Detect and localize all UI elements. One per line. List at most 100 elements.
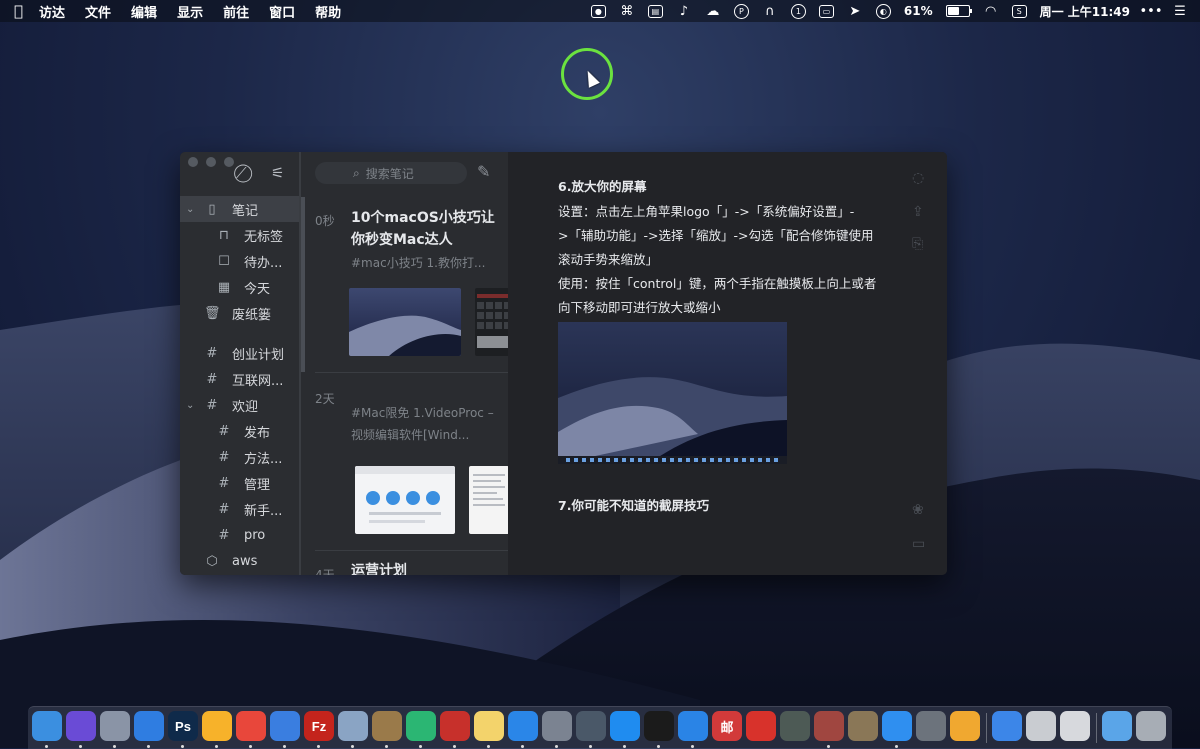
search-input[interactable]: ⌕ 搜索笔记 — [315, 162, 467, 184]
editor-line: 滚动手势来缩放」 — [558, 252, 659, 267]
info-icon[interactable]: ◌ — [912, 170, 924, 186]
calendar-icon: ▦ — [217, 279, 231, 295]
trash-can-icon[interactable] — [1136, 711, 1166, 741]
screen-record-icon[interactable]: ● — [590, 4, 606, 18]
bear-notes-window: ⟋⃝ ⚟ ⌄ ▯ 笔记 ⊓ 无标签 ☐ 待办... ▦ 今天 🗑 废纸篓 # 创… — [180, 152, 947, 575]
menu-finder[interactable]: 访达 — [39, 2, 65, 21]
mail-master-icon[interactable]: 邮 — [712, 711, 742, 741]
p-app-icon[interactable]: P — [733, 3, 749, 19]
airpods-icon[interactable]: ∩ — [762, 4, 778, 19]
notes-icon[interactable] — [474, 711, 504, 741]
weather-icon[interactable]: ◐ — [875, 3, 891, 19]
menu-view[interactable]: 显示 — [177, 2, 203, 21]
editor-line: 设置：点击左上角苹果logo「」->「系统偏好设置」- — [558, 204, 855, 219]
editor-heading: 6.放大你的屏幕 — [558, 179, 647, 194]
archive-icon[interactable] — [372, 711, 402, 741]
sidebar-tag-pro[interactable]: # pro — [180, 522, 301, 548]
file-manager-icon[interactable] — [576, 711, 606, 741]
sidebar-item-today[interactable]: ▦ 今天 — [180, 274, 301, 300]
folder-icon[interactable] — [1102, 711, 1132, 741]
minimize-button[interactable] — [206, 157, 216, 167]
battery-icon[interactable] — [945, 5, 972, 17]
sidebar-item-todo[interactable]: ☐ 待办... — [180, 248, 301, 274]
editor-line: >「辅助功能」->选择「缩放」->勾选「配合修饰键使用 — [558, 228, 874, 243]
sidebar-tag-methods[interactable]: # 方法... — [180, 444, 301, 470]
bell-icon[interactable]: ♪ — [676, 4, 692, 19]
sidebar-tag-internet[interactable]: # 互联网... — [180, 366, 301, 392]
sidebar-tag-aws[interactable]: ⬡ aws — [180, 548, 301, 574]
filezilla-icon[interactable]: Fz — [304, 711, 334, 741]
zoom-button[interactable] — [224, 157, 234, 167]
sidebar-item-notes[interactable]: ⌄ ▯ 笔记 — [180, 196, 301, 222]
close-button[interactable] — [188, 157, 198, 167]
editor-embedded-image[interactable] — [558, 322, 787, 464]
list-separator — [315, 550, 508, 551]
app-store-icon[interactable] — [610, 711, 640, 741]
note-time: 2天 — [315, 392, 335, 406]
launchpad-icon[interactable] — [100, 711, 130, 741]
hash-icon: # — [218, 501, 230, 517]
share-icon[interactable]: ⇪ — [912, 204, 924, 220]
send-icon[interactable]: ➤ — [847, 4, 863, 19]
display-icon[interactable]: ▭ — [818, 4, 834, 18]
cloud-icon[interactable]: ☁ — [705, 4, 721, 19]
netease-music-icon[interactable] — [746, 711, 776, 741]
note-thumbnail — [355, 466, 455, 534]
sidebar-tag-manage[interactable]: # 管理 — [180, 470, 301, 496]
menu-go[interactable]: 前往 — [223, 2, 249, 21]
orange-app-icon[interactable] — [950, 711, 980, 741]
sidebar-tag-welcome[interactable]: ⌄ # 欢迎 — [180, 392, 301, 418]
chevron-down-icon[interactable]: ⌄ — [186, 204, 194, 215]
window-controls — [188, 157, 234, 167]
chrome-canary-icon[interactable] — [270, 711, 300, 741]
s-app-icon[interactable]: S — [1011, 4, 1027, 18]
clock[interactable]: 周一 上午11:49 — [1040, 3, 1130, 20]
list-icon[interactable]: ☰ — [1172, 4, 1188, 19]
command-icon[interactable]: ⌘ — [619, 4, 635, 19]
qq-icon[interactable] — [644, 711, 674, 741]
wifi-icon[interactable]: ◠ — [983, 4, 999, 19]
sliders-icon[interactable]: ⚟ — [271, 164, 284, 182]
quicktime-icon[interactable] — [992, 711, 1022, 741]
note-editor[interactable]: 6.放大你的屏幕 设置：点击左上角苹果logo「」->「系统偏好设置」- >「辅… — [508, 152, 947, 575]
cloud-app-icon[interactable] — [678, 711, 708, 741]
menu-edit[interactable]: 编辑 — [131, 2, 157, 21]
infuse-icon[interactable] — [406, 711, 436, 741]
disk-utility-icon[interactable] — [1026, 711, 1056, 741]
chrome-icon[interactable] — [236, 711, 266, 741]
new-note-icon[interactable]: ✎ — [477, 162, 490, 181]
pdf-doc-icon[interactable] — [1060, 711, 1090, 741]
siri-icon[interactable] — [66, 711, 96, 741]
sidebar-item-untagged[interactable]: ⊓ 无标签 — [180, 222, 301, 248]
format-icon[interactable]: ▭ — [912, 536, 925, 552]
sidebar-tag-startup[interactable]: # 创业计划 — [180, 340, 301, 366]
sidebar-tag-newbie[interactable]: # 新手... — [180, 496, 301, 522]
menu-help[interactable]: 帮助 — [315, 2, 341, 21]
one-app-icon[interactable]: 1 — [790, 3, 806, 19]
chevron-down-icon[interactable]: ⌄ — [186, 400, 194, 411]
safari-icon[interactable] — [134, 711, 164, 741]
note-title: 10个macOS小技巧让你秒变Mac达人 — [351, 210, 495, 248]
sidebar-tag-publish[interactable]: # 发布 — [180, 418, 301, 444]
red-app-icon[interactable] — [440, 711, 470, 741]
menu-window[interactable]: 窗口 — [269, 2, 295, 21]
apple-menu-icon[interactable]:  — [14, 2, 23, 20]
sketch-icon[interactable] — [202, 711, 232, 741]
bear-icon[interactable] — [780, 711, 810, 741]
clipboard-icon[interactable]: ▤ — [647, 4, 663, 18]
export-icon[interactable]: ⎘ — [912, 236, 923, 252]
more-icon[interactable]: ••• — [1140, 4, 1163, 19]
menu-file[interactable]: 文件 — [85, 2, 111, 21]
photoshop-icon[interactable]: Ps — [168, 711, 198, 741]
installer-icon[interactable] — [848, 711, 878, 741]
messages-icon[interactable] — [882, 711, 912, 741]
finder-icon[interactable] — [32, 711, 62, 741]
baidu-netdisk-icon[interactable] — [508, 711, 538, 741]
system-prefs-icon[interactable] — [542, 711, 572, 741]
film-icon[interactable] — [916, 711, 946, 741]
sidebar-item-trash[interactable]: 🗑 废纸篓 — [180, 300, 301, 326]
hide-pen-icon[interactable]: ⟋⃝ — [236, 164, 247, 182]
attachment-icon[interactable]: ❀ — [912, 502, 924, 518]
disk-icon[interactable] — [814, 711, 844, 741]
preview-icon[interactable] — [338, 711, 368, 741]
